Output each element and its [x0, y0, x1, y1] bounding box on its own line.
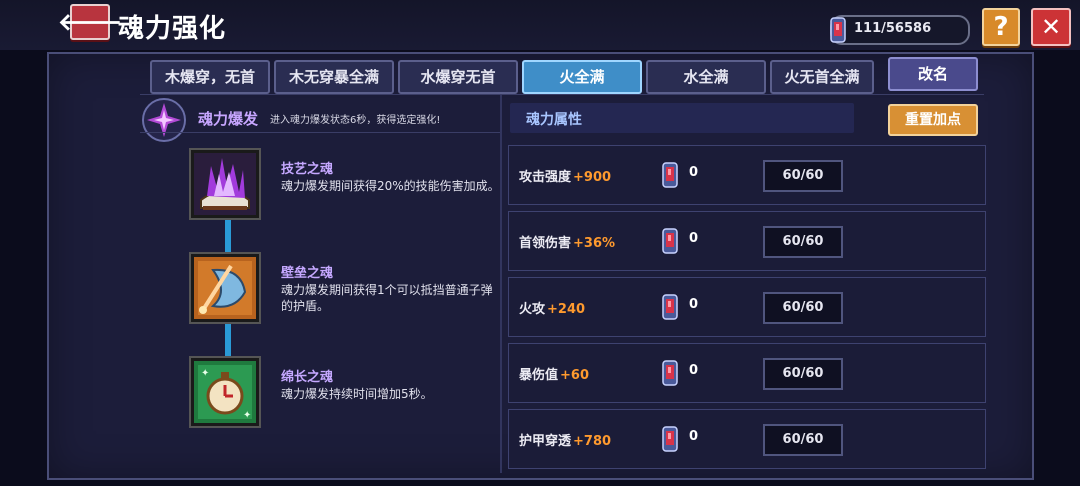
attribute-name: 火攻 — [519, 302, 546, 317]
soul-gem-icon — [662, 360, 678, 386]
back-button[interactable]: 🡐 — [58, 4, 122, 40]
back-arrow-icon: 🡐 — [57, 8, 123, 36]
attribute-bonus: +900 — [573, 170, 612, 185]
attribute-level[interactable]: 60/60 — [763, 292, 843, 324]
skill-artistry-desc: 魂力爆发期间获得20%的技能伤害加成。 — [281, 179, 500, 193]
soul-burst-description: 进入魂力爆发状态6秒，获得选定强化! — [270, 115, 441, 126]
help-button[interactable]: ? — [982, 8, 1020, 46]
tab-preset-5[interactable]: 水全满 — [646, 60, 766, 94]
soul-gem-icon — [662, 228, 678, 254]
attribute-level[interactable]: 60/60 — [763, 160, 843, 192]
attribute-name: 攻击强度 — [519, 170, 572, 185]
attribute-row: 攻击强度 +900 0 60/60 — [508, 145, 986, 205]
rename-button[interactable]: 改名 — [888, 57, 978, 91]
attribute-bonus: +240 — [547, 302, 586, 317]
tab-preset-1[interactable]: 木爆穿，无首 — [150, 60, 270, 94]
currency-value: 111/56586 — [854, 21, 932, 36]
attribute-label: 护甲穿透 +780 — [519, 430, 611, 449]
attribute-row: 火攻 +240 0 60/60 — [508, 277, 986, 337]
soul-gem-icon — [662, 426, 678, 452]
skill-bulwark-icon[interactable] — [189, 252, 261, 324]
skill-bulwark-name: 壁垒之魂 — [281, 266, 334, 281]
tab-preset-3[interactable]: 水爆穿无首 — [398, 60, 518, 94]
soul-gem-icon — [662, 162, 678, 188]
attribute-name: 首领伤害 — [519, 236, 572, 251]
soul-burst-title: 魂力爆发 — [198, 110, 259, 128]
attribute-bonus: +60 — [560, 368, 589, 383]
reset-points-button[interactable]: 重置加点 — [888, 104, 978, 136]
soul-currency-counter: 111/56586 — [830, 15, 970, 45]
skill-artistry-icon[interactable] — [189, 148, 261, 220]
page-title: 魂力强化 — [118, 14, 227, 44]
soul-gem-icon — [662, 294, 678, 320]
attribute-label: 首领伤害 +36% — [519, 232, 615, 251]
soul-burst-underline — [140, 132, 500, 133]
attribute-point-count: 0 — [689, 429, 699, 444]
skill-artistry-name: 技艺之魂 — [281, 162, 334, 177]
attributes-title: 魂力属性 — [526, 112, 582, 128]
skill-longevity-desc: 魂力爆发持续时间增加5秒。 — [281, 387, 433, 401]
skill-longevity-name: 绵长之魂 — [281, 370, 334, 385]
soul-burst-icon — [142, 98, 186, 142]
attribute-point-count: 0 — [689, 231, 699, 246]
svg-text:✦: ✦ — [201, 368, 209, 379]
attribute-name: 护甲穿透 — [519, 434, 572, 449]
attribute-bonus: +780 — [573, 434, 612, 449]
attribute-label: 攻击强度 +900 — [519, 166, 611, 185]
attribute-name: 暴伤值 — [519, 368, 559, 383]
close-button[interactable]: ✕ — [1031, 8, 1071, 46]
skill-connector — [225, 218, 231, 254]
attribute-bonus: +36% — [573, 236, 616, 251]
tab-preset-4[interactable]: 火全满 — [522, 60, 642, 94]
skill-connector — [225, 322, 231, 356]
tab-divider — [140, 94, 984, 95]
skill-bulwark-desc: 魂力爆发期间获得1个可以抵挡普通子弹的护盾。 — [281, 283, 493, 313]
soul-gem-icon — [830, 17, 846, 43]
attribute-level[interactable]: 60/60 — [763, 358, 843, 390]
tab-preset-2[interactable]: 木无穿暴全满 — [274, 60, 394, 94]
attribute-label: 火攻 +240 — [519, 298, 585, 317]
column-divider — [500, 95, 502, 473]
attribute-row: 暴伤值 +60 0 60/60 — [508, 343, 986, 403]
attribute-row: 护甲穿透 +780 0 60/60 — [508, 409, 986, 469]
attributes-header: 魂力属性 — [510, 103, 854, 133]
attribute-row: 首领伤害 +36% 0 60/60 — [508, 211, 986, 271]
skill-longevity-icon[interactable]: ✦ ✦ — [189, 356, 261, 428]
attribute-point-count: 0 — [689, 363, 699, 378]
svg-text:✦: ✦ — [243, 410, 251, 421]
attribute-level[interactable]: 60/60 — [763, 226, 843, 258]
attribute-point-count: 0 — [689, 165, 699, 180]
attribute-point-count: 0 — [689, 297, 699, 312]
tab-preset-6[interactable]: 火无首全满 — [770, 60, 874, 94]
attribute-label: 暴伤值 +60 — [519, 364, 589, 383]
attribute-level[interactable]: 60/60 — [763, 424, 843, 456]
